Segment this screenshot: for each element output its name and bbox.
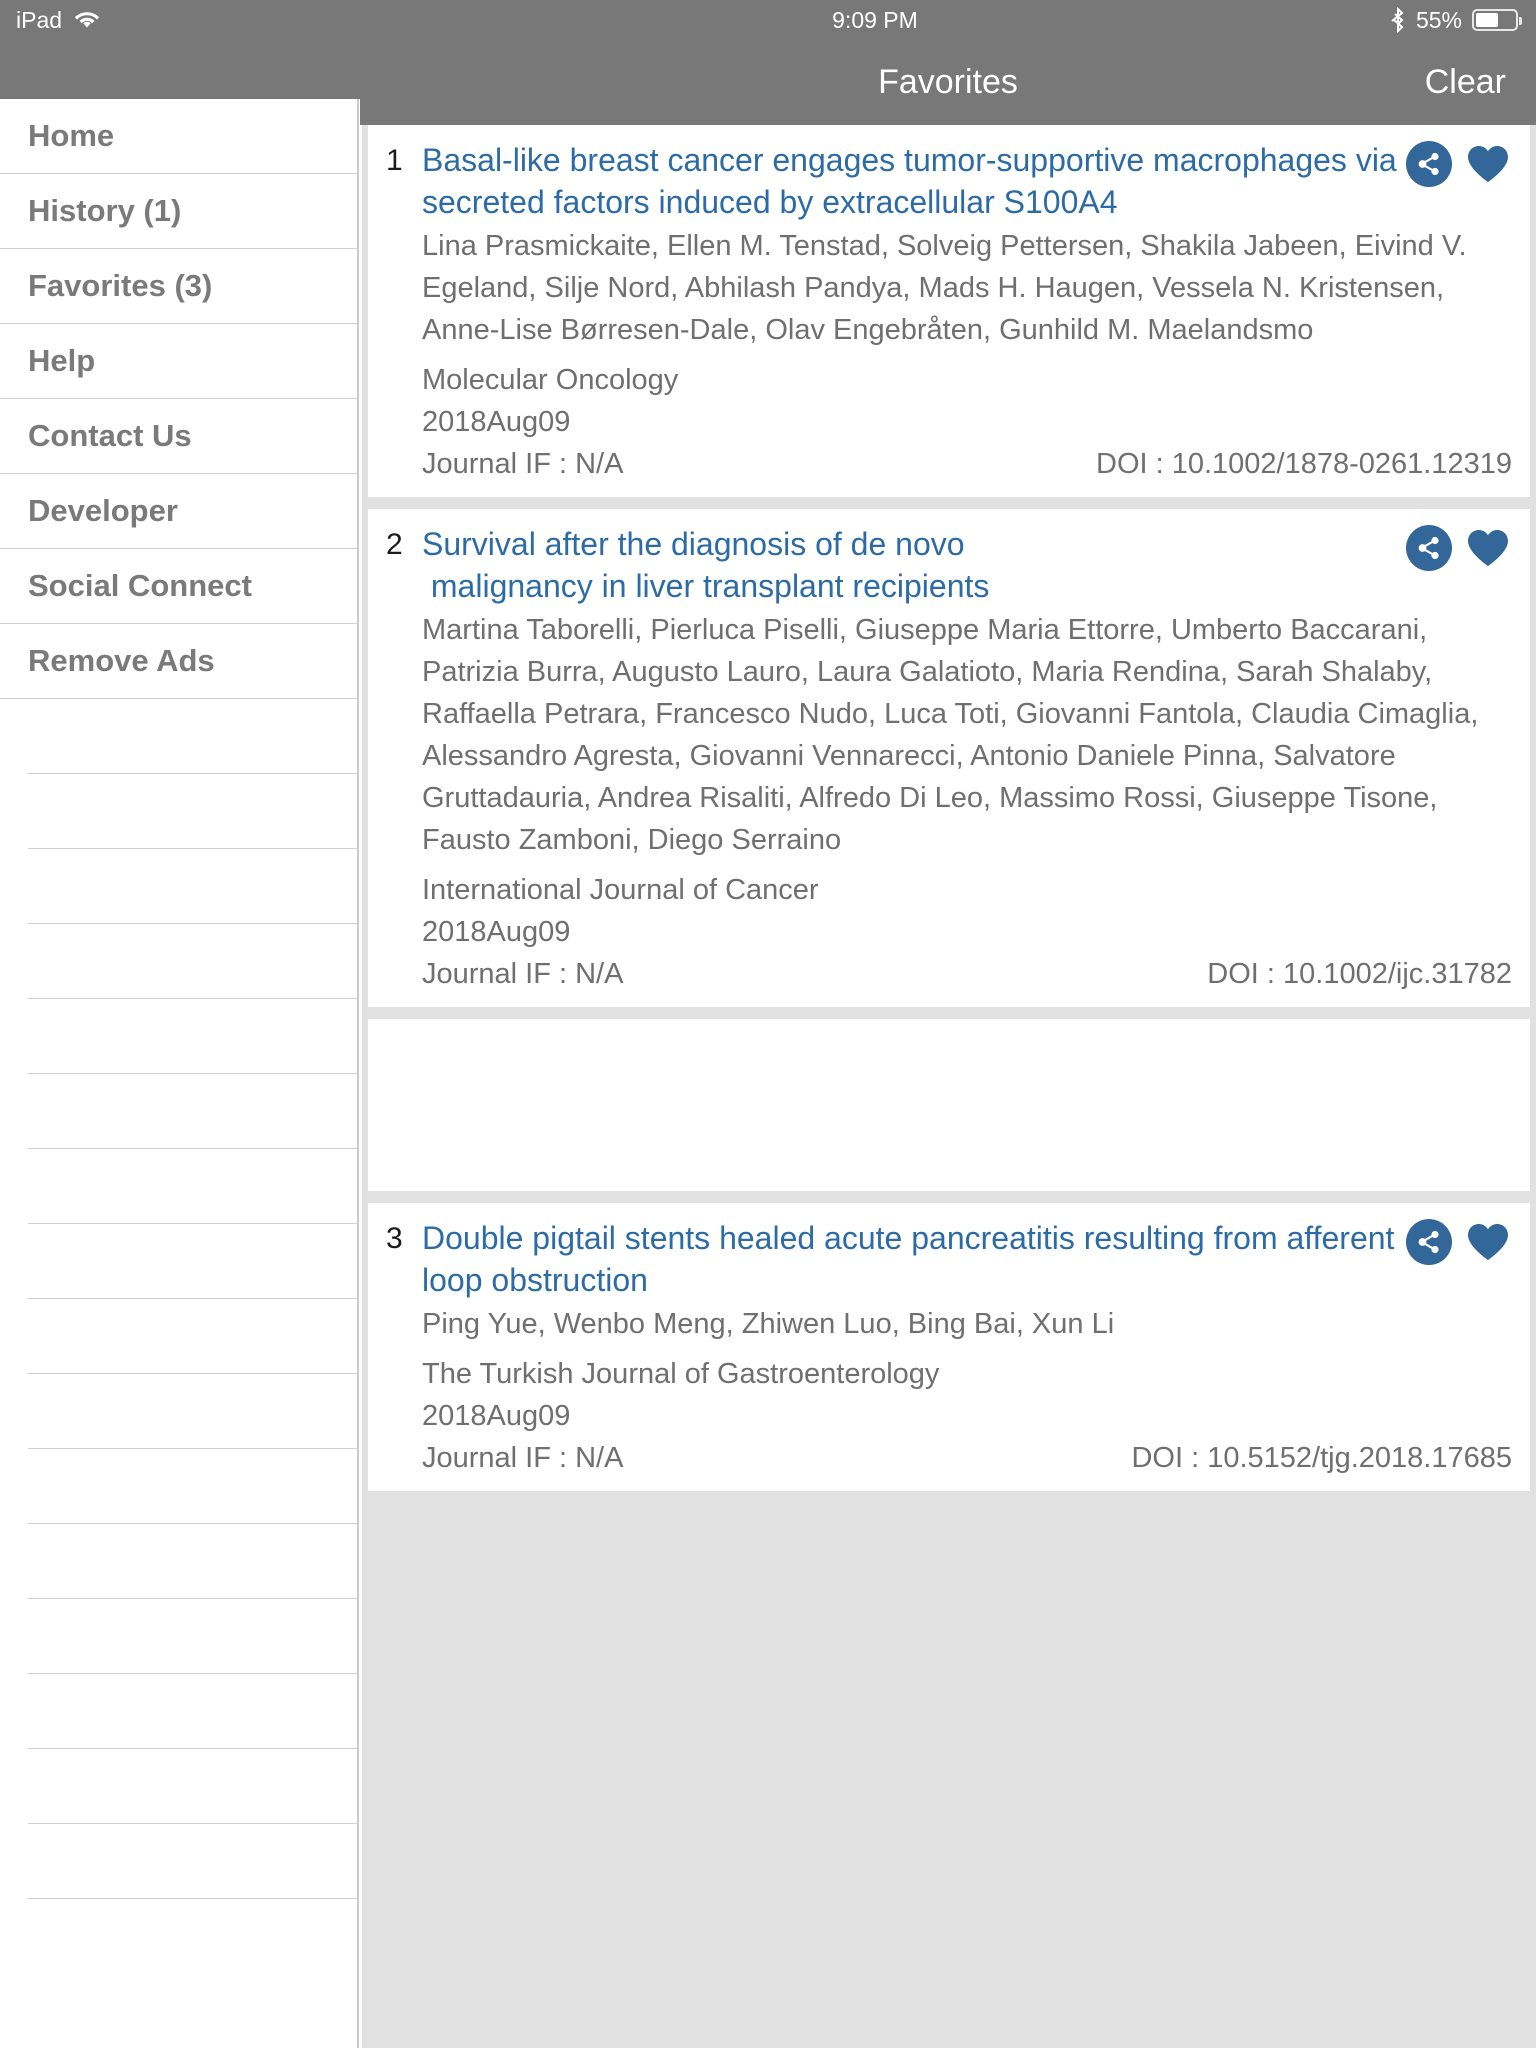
sidebar[interactable]: Home History (1) Favorites (3) Help Cont… (0, 99, 359, 2048)
sidebar-item-label: Social Connect (28, 568, 252, 603)
article-date: 2018Aug09 (422, 916, 571, 948)
sidebar-empty-row (28, 1674, 357, 1749)
article-journal: Molecular Oncology (422, 364, 679, 396)
article-header: 2 Survival after the diagnosis of de nov… (386, 523, 1512, 607)
article-body: Ping Yue, Wenbo Meng, Zhiwen Luo, Bing B… (386, 1303, 1512, 1479)
share-icon[interactable] (1406, 1219, 1452, 1265)
nav-bar-sidebar-extension (0, 40, 360, 99)
share-icon[interactable] (1406, 525, 1452, 571)
article-date: 2018Aug09 (422, 1400, 571, 1432)
sidebar-empty-row (28, 774, 357, 849)
sidebar-item-label: History (1) (28, 193, 182, 228)
article-doi: DOI : 10.1002/ijc.31782 (1207, 958, 1512, 990)
heart-filled-icon[interactable] (1464, 525, 1512, 571)
sidebar-item-help[interactable]: Help (0, 324, 357, 399)
clock: 9:09 PM (832, 6, 918, 33)
article-title[interactable]: Basal-like breast cancer engages tumor-s… (422, 139, 1512, 223)
article-header: 3 Double pigtail stents healed acute pan… (386, 1217, 1512, 1301)
sidebar-empty-row (28, 699, 357, 774)
article-date: 2018Aug09 (422, 406, 571, 438)
article-card[interactable]: 2 Survival after the diagnosis of de nov… (368, 509, 1530, 1007)
article-body: Lina Prasmickaite, Ellen M. Tenstad, Sol… (386, 225, 1512, 485)
article-title[interactable]: Survival after the diagnosis of de novo … (422, 523, 1512, 607)
favorites-list[interactable]: 1 Basal-like breast cancer engages tumor… (362, 125, 1536, 2048)
clear-button[interactable]: Clear (1425, 63, 1506, 102)
article-meta: The Turkish Journal of Gastroenterology … (422, 1353, 1512, 1479)
sidebar-empty-row (28, 1224, 357, 1299)
sidebar-empty-row (28, 999, 357, 1074)
sidebar-empty-row (28, 1524, 357, 1599)
sidebar-item-label: Help (28, 343, 96, 378)
sidebar-empty-row (28, 1299, 357, 1374)
article-journal: The Turkish Journal of Gastroenterology (422, 1358, 940, 1390)
heart-filled-icon[interactable] (1464, 141, 1512, 187)
sidebar-item-history[interactable]: History (1) (0, 174, 357, 249)
article-impact-factor: Journal IF : N/A (422, 1442, 624, 1474)
article-impact-factor: Journal IF : N/A (422, 448, 624, 480)
article-index: 1 (386, 144, 403, 177)
app-root: iPad 9:09 PM 55% Favorites Clear Home Hi… (0, 0, 1536, 2048)
article-body: Martina Taborelli, Pierluca Piselli, Giu… (386, 609, 1512, 995)
status-bar-center: 9:09 PM (360, 7, 1390, 34)
sidebar-empty-row (28, 1074, 357, 1149)
sidebar-item-remove-ads[interactable]: Remove Ads (0, 624, 357, 699)
sidebar-item-label: Home (28, 118, 115, 153)
article-authors: Martina Taborelli, Pierluca Piselli, Giu… (422, 614, 1479, 856)
article-doi: DOI : 10.5152/tjg.2018.17685 (1131, 1442, 1512, 1474)
sidebar-item-social-connect[interactable]: Social Connect (0, 549, 357, 624)
sidebar-empty-row (28, 1599, 357, 1674)
sidebar-empty-row (28, 849, 357, 924)
sidebar-empty-row (28, 1749, 357, 1824)
ad-placeholder (368, 1019, 1530, 1191)
sidebar-item-contact-us[interactable]: Contact Us (0, 399, 357, 474)
bluetooth-icon (1390, 7, 1406, 33)
article-meta: Molecular Oncology 2018Aug09 Journal IF … (422, 359, 1512, 485)
sidebar-empty-row (28, 1374, 357, 1449)
article-actions (1406, 141, 1512, 187)
sidebar-empty-row (28, 1149, 357, 1224)
nav-bar: Favorites Clear (360, 40, 1536, 125)
article-card[interactable]: 3 Double pigtail stents healed acute pan… (368, 1203, 1530, 1491)
article-actions (1406, 525, 1512, 571)
wifi-icon (74, 10, 100, 30)
sidebar-empty-row (28, 1449, 357, 1524)
status-bar-left: iPad (0, 7, 360, 34)
article-impact-factor: Journal IF : N/A (422, 958, 624, 990)
device-label: iPad (16, 6, 63, 33)
article-card[interactable]: 1 Basal-like breast cancer engages tumor… (368, 125, 1530, 497)
sidebar-empty-row (28, 1824, 357, 1899)
sidebar-item-label: Developer (28, 493, 178, 528)
article-meta-row: Journal IF : N/A DOI : 10.1002/ijc.31782 (422, 953, 1512, 995)
sidebar-item-favorites[interactable]: Favorites (3) (0, 249, 357, 324)
sidebar-empty-row (28, 924, 357, 999)
article-authors: Ping Yue, Wenbo Meng, Zhiwen Luo, Bing B… (422, 1308, 1115, 1340)
sidebar-item-home[interactable]: Home (0, 99, 357, 174)
sidebar-item-developer[interactable]: Developer (0, 474, 357, 549)
status-bar-right: 55% (1390, 7, 1536, 34)
sidebar-empty-rows (0, 699, 357, 1899)
sidebar-item-label: Favorites (3) (28, 268, 213, 303)
article-authors: Lina Prasmickaite, Ellen M. Tenstad, Sol… (422, 230, 1467, 346)
sidebar-item-label: Remove Ads (28, 643, 215, 678)
page-title: Favorites (878, 63, 1018, 101)
article-meta: International Journal of Cancer 2018Aug0… (422, 869, 1512, 995)
article-index: 3 (386, 1222, 403, 1255)
share-icon[interactable] (1406, 141, 1452, 187)
article-title[interactable]: Double pigtail stents healed acute pancr… (422, 1217, 1512, 1301)
article-meta-row: Journal IF : N/A DOI : 10.1002/1878-0261… (422, 443, 1512, 485)
article-index: 2 (386, 528, 403, 561)
article-doi: DOI : 10.1002/1878-0261.12319 (1096, 448, 1512, 480)
article-journal: International Journal of Cancer (422, 874, 819, 906)
article-meta-row: Journal IF : N/A DOI : 10.5152/tjg.2018.… (422, 1437, 1512, 1479)
sidebar-item-label: Contact Us (28, 418, 192, 453)
heart-filled-icon[interactable] (1464, 1219, 1512, 1265)
article-header: 1 Basal-like breast cancer engages tumor… (386, 139, 1512, 223)
battery-percent-label: 55% (1415, 6, 1462, 33)
status-bar: iPad 9:09 PM 55% (0, 0, 1536, 40)
battery-icon (1472, 9, 1522, 31)
article-actions (1406, 1219, 1512, 1265)
